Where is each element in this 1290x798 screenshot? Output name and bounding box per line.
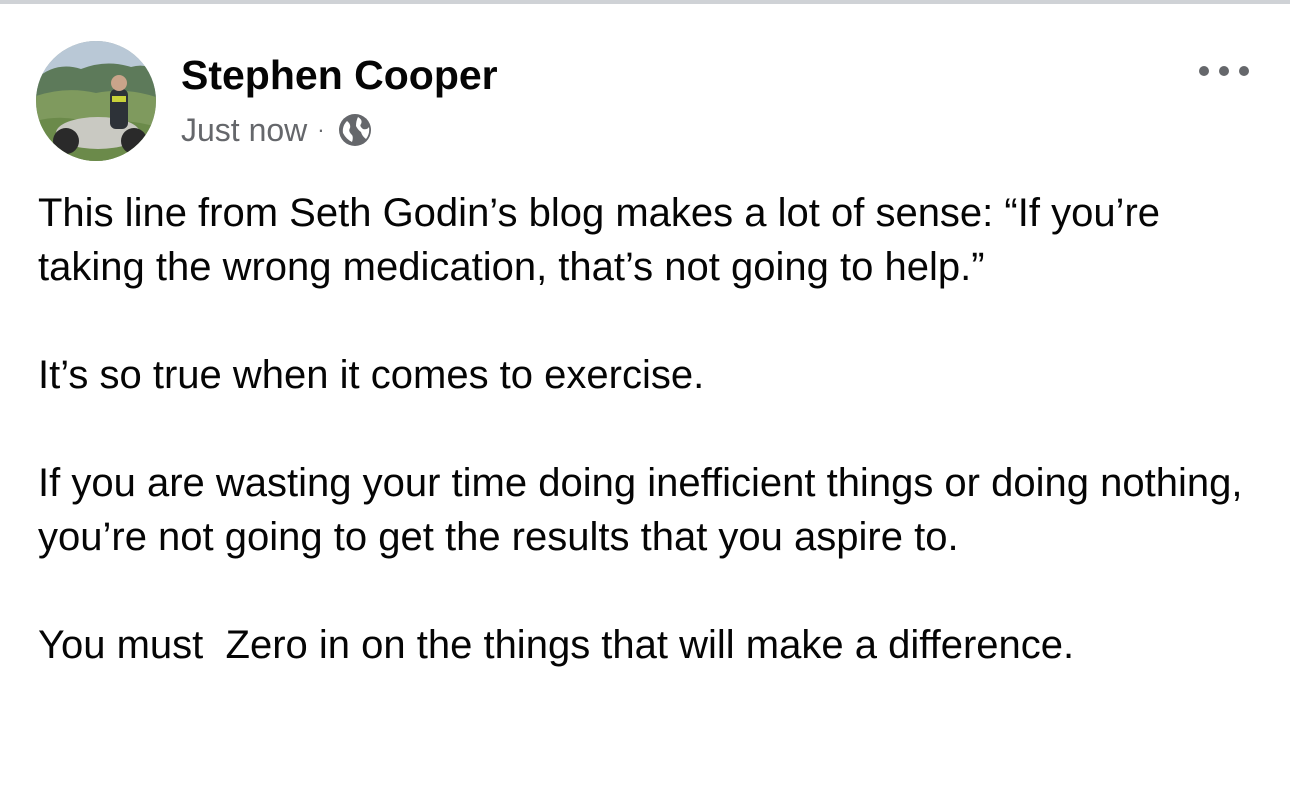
post-paragraph: If you are wasting your time doing ineff…	[38, 461, 1254, 559]
more-options-button[interactable]	[1192, 56, 1256, 86]
author-avatar[interactable]	[36, 41, 156, 161]
post-paragraph: You must Zero in on the things that will…	[38, 623, 1075, 667]
more-options-icon	[1199, 66, 1249, 76]
top-divider	[0, 0, 1290, 4]
post-timestamp[interactable]: Just now	[181, 112, 307, 149]
author-name[interactable]: Stephen Cooper	[181, 50, 498, 100]
meta-separator: ·	[317, 117, 325, 142]
post-paragraph: This line from Seth Godin’s blog makes a…	[38, 191, 1172, 289]
post-meta: Just now ·	[181, 110, 373, 150]
avatar-photo	[36, 41, 156, 161]
post-paragraph: It’s so true when it comes to exercise.	[38, 353, 705, 397]
globe-icon[interactable]	[337, 112, 373, 148]
post-body: This line from Seth Godin’s blog makes a…	[38, 186, 1268, 672]
